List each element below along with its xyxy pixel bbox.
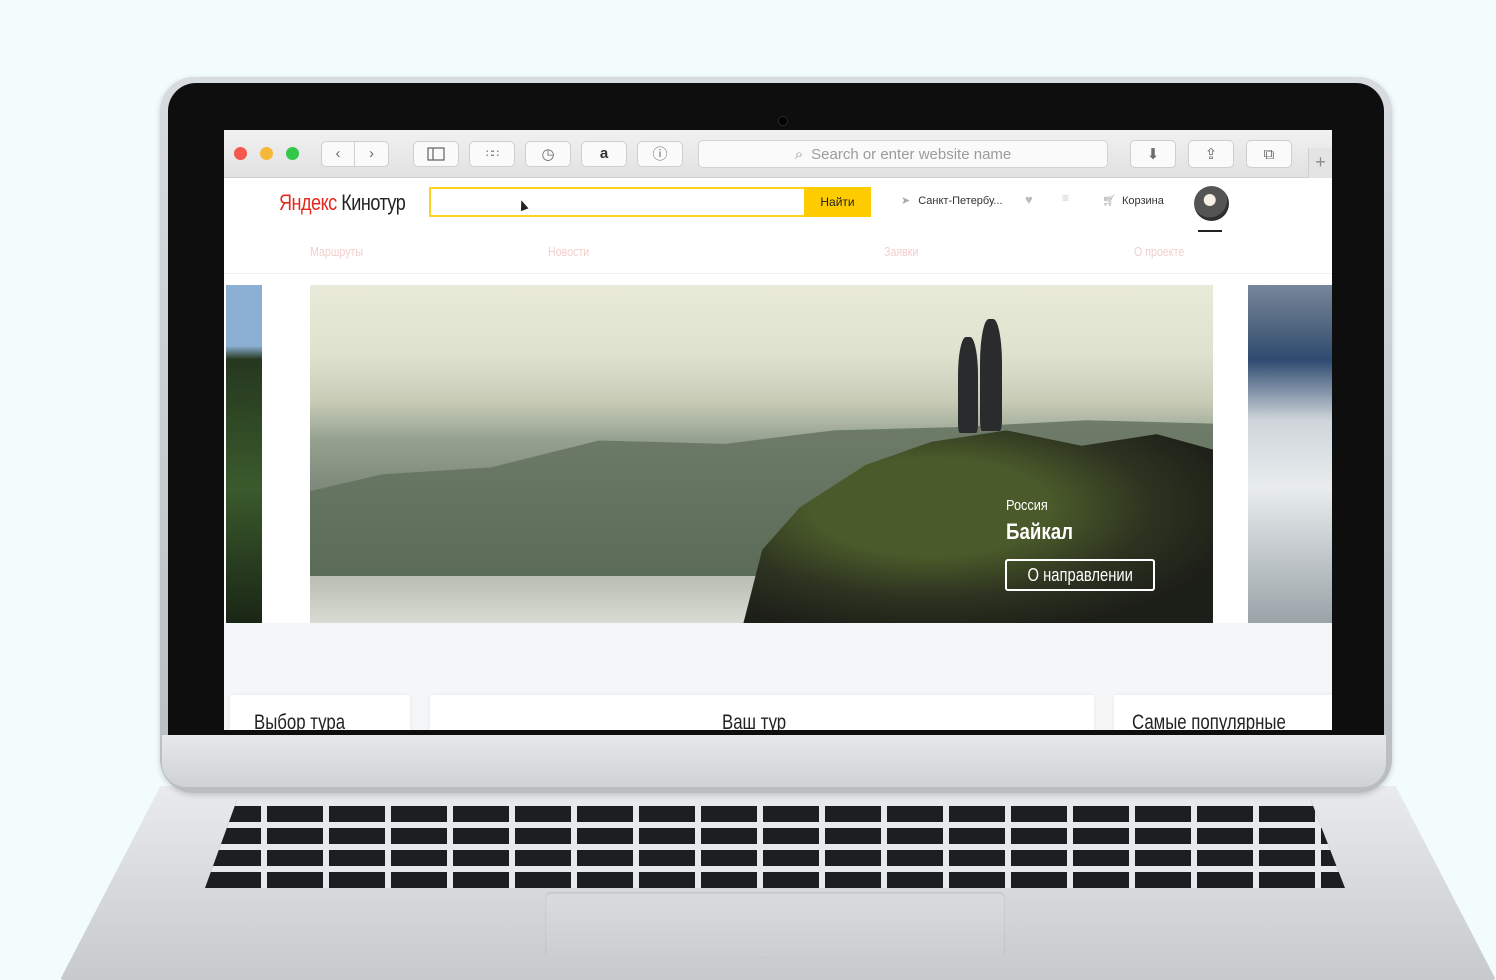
avatar[interactable] bbox=[1194, 186, 1229, 221]
person-figure bbox=[958, 337, 978, 433]
hero-carousel: Россия Байкал О направлении bbox=[224, 285, 1332, 623]
favorites-heart-icon[interactable]: ♥ bbox=[1025, 192, 1033, 207]
nav-item-routes[interactable]: Маршруты bbox=[310, 244, 363, 259]
nav-item-about[interactable]: О проекте bbox=[1134, 244, 1184, 259]
laptop-trackpad bbox=[545, 892, 1005, 958]
forward-icon[interactable]: › bbox=[355, 140, 389, 167]
your-tour-card: Ваш тур bbox=[430, 695, 1094, 730]
grid-icon[interactable]: ∷∷ bbox=[469, 140, 515, 167]
site-nav: Маршруты Новости Заявки О проекте bbox=[224, 230, 1332, 274]
search-icon: ⌕ bbox=[794, 145, 804, 163]
location-arrow-icon: ➤ bbox=[901, 195, 911, 207]
previous-slide-image[interactable] bbox=[226, 285, 262, 623]
nav-item-news[interactable]: Новости bbox=[548, 244, 589, 259]
laptop-keyboard bbox=[205, 800, 1345, 888]
zoom-window-button[interactable] bbox=[286, 147, 299, 160]
mouse-cursor-icon bbox=[517, 198, 529, 212]
tour-choice-title: Выбор тура bbox=[254, 711, 346, 730]
laptop-chin bbox=[162, 735, 1386, 787]
history-icon[interactable]: ◷ bbox=[525, 140, 571, 167]
cart-icon: 🛒︎ bbox=[1102, 195, 1116, 207]
popular-card: Самые популярные bbox=[1114, 695, 1332, 730]
hero-title: Байкал bbox=[1006, 519, 1073, 544]
hero-slide-image: Россия Байкал О направлении bbox=[310, 285, 1213, 623]
site-header: Яндекс Кинотур Найти ➤ Санкт-Петербу... … bbox=[224, 178, 1332, 232]
city-label: Санкт-Петербу... bbox=[918, 194, 1003, 207]
cart-label: Корзина bbox=[1121, 194, 1164, 207]
nav-item-requests[interactable]: Заявки bbox=[884, 244, 918, 259]
browser-window: ‹ › ∷∷ ◷ a ⓘ ⌕ Search or enter website n… bbox=[224, 130, 1332, 730]
cart-link[interactable]: 🛒︎ Корзина bbox=[1102, 194, 1164, 208]
close-window-button[interactable] bbox=[234, 147, 247, 160]
site-logo[interactable]: Яндекс Кинотур bbox=[279, 190, 406, 216]
next-slide-image[interactable] bbox=[1248, 285, 1332, 623]
tour-choice-card: Выбор тура bbox=[230, 695, 410, 730]
url-input[interactable]: ⌕ Search or enter website name bbox=[698, 140, 1108, 168]
city-selector[interactable]: ➤ Санкт-Петербу... bbox=[901, 194, 1003, 208]
sidebar-icon[interactable] bbox=[413, 140, 459, 167]
logo-product: Кинотур bbox=[336, 190, 406, 215]
list-icon[interactable]: ≡ bbox=[1062, 191, 1069, 205]
minimize-window-button[interactable] bbox=[260, 147, 273, 160]
download-icon[interactable]: ⬇ bbox=[1130, 140, 1176, 168]
your-tour-title: Ваш тур bbox=[722, 711, 787, 730]
about-destination-label: О направлении bbox=[1027, 564, 1133, 585]
logo-brand: Яндекс bbox=[279, 190, 337, 215]
browser-toolbar: ‹ › ∷∷ ◷ a ⓘ ⌕ Search or enter website n… bbox=[224, 130, 1332, 178]
camera-icon bbox=[778, 116, 788, 126]
find-button[interactable]: Найти bbox=[804, 187, 871, 217]
content-area: Выбор тура Ваш тур Самые популярные bbox=[224, 623, 1332, 730]
new-tab-icon[interactable]: + bbox=[1308, 148, 1332, 178]
amazon-icon[interactable]: a bbox=[581, 140, 627, 167]
tabs-icon[interactable]: ⧉ bbox=[1246, 140, 1292, 168]
back-icon[interactable]: ‹ bbox=[321, 140, 355, 167]
url-placeholder: Search or enter website name bbox=[811, 145, 1012, 163]
popular-title: Самые популярные bbox=[1132, 711, 1286, 730]
person-figure bbox=[980, 319, 1002, 431]
share-icon[interactable]: ⇪ bbox=[1188, 140, 1234, 168]
hero-country: Россия bbox=[1006, 497, 1048, 514]
info-icon[interactable]: ⓘ bbox=[637, 140, 683, 167]
about-destination-button[interactable]: О направлении bbox=[1005, 559, 1155, 591]
